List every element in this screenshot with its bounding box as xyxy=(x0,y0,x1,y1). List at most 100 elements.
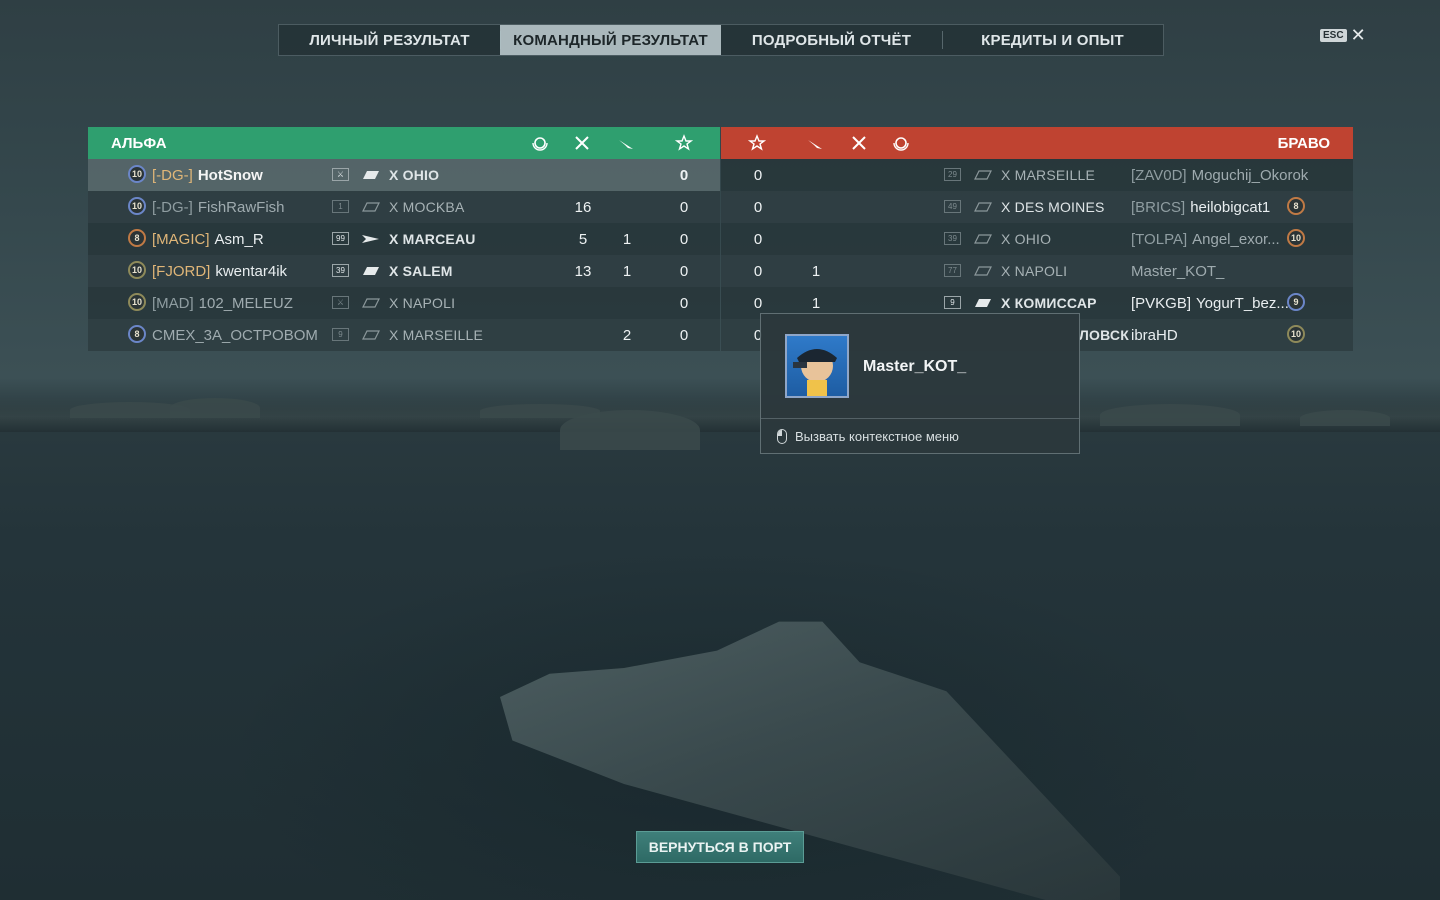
stars-value: 0 xyxy=(679,263,689,280)
ship-tier-badge: 39 xyxy=(332,264,349,277)
ship-class-icon xyxy=(974,234,992,244)
player-level-badge: 8 xyxy=(128,229,146,247)
return-to-port-button[interactable]: ВЕРНУТЬСЯ В ПОРТ xyxy=(636,831,804,863)
stars-value: 0 xyxy=(753,295,763,312)
player-name[interactable]: Moguchij_Okorok xyxy=(1192,167,1309,184)
ship-tier-badge: ⚔ xyxy=(332,296,349,309)
player-level-badge: 9 xyxy=(1287,293,1305,311)
team-bravo-header: БРАВО xyxy=(721,127,1353,159)
player-row[interactable]: 0 1 77 X NAPOLI Master_KOT_ xyxy=(721,255,1353,287)
planes-value: 1 xyxy=(811,263,821,280)
player-level-badge: 10 xyxy=(1287,229,1305,247)
player-popup: Master_KOT_ Вызвать контекстное меню xyxy=(760,313,1080,454)
ship-name: X MOCKBA xyxy=(389,199,465,215)
player-name[interactable]: FishRawFish xyxy=(198,199,285,216)
ship-name: X MARCEAU xyxy=(389,231,476,247)
player-row[interactable]: 10 [-DG-] HotSnow ⚔ X OHIO 0 xyxy=(88,159,720,191)
stars-value: 0 xyxy=(679,327,689,344)
player-level-badge: 10 xyxy=(128,261,146,279)
ship-tier-badge: 9 xyxy=(332,328,349,341)
ship-name: X OHIO xyxy=(1001,231,1052,247)
planes-value: 1 xyxy=(811,295,821,312)
kills-value: 16 xyxy=(574,199,592,216)
clan-tag: [FJORD] xyxy=(152,263,211,280)
kills-value: 13 xyxy=(574,263,592,280)
stars-value: 0 xyxy=(679,295,689,312)
clan-tag: [MAD] xyxy=(152,295,194,312)
player-name[interactable]: Asm_R xyxy=(215,231,264,248)
result-tabs: ЛИЧНЫЙ РЕЗУЛЬТАТ КОМАНДНЫЙ РЕЗУЛЬТАТ ПОД… xyxy=(278,24,1164,56)
ship-class-icon xyxy=(363,267,379,275)
stars-value: 0 xyxy=(753,167,763,184)
player-name[interactable]: kwentar4ik xyxy=(215,263,287,280)
close-icon[interactable]: ✕ xyxy=(1351,26,1366,44)
stars-value: 0 xyxy=(679,199,689,216)
tab-personal[interactable]: ЛИЧНЫЙ РЕЗУЛЬТАТ xyxy=(279,25,500,55)
context-menu-hint: Вызвать контекстное меню xyxy=(777,429,959,444)
clan-tag: [MAGIC] xyxy=(152,231,210,248)
player-row[interactable]: 10 [MAD] 102_MELEUZ ⚔ X NAPOLI 0 xyxy=(88,287,720,319)
ship-tier-badge: 1 xyxy=(332,200,349,213)
player-row[interactable]: 0 29 X MARSEILLE [ZAV0D] Moguchij_Okorok xyxy=(721,159,1353,191)
planes-value: 1 xyxy=(622,231,632,248)
ship-name: X MARSEILLE xyxy=(1001,167,1096,183)
team-alpha-rows: 10 [-DG-] HotSnow ⚔ X OHIO 0 10 [-DG-] F… xyxy=(88,159,720,351)
ship-name: ЛОВСК xyxy=(1079,327,1129,343)
island xyxy=(560,410,700,450)
player-name[interactable]: YogurT_bez... xyxy=(1196,295,1289,312)
ship-class-icon xyxy=(362,330,380,340)
player-row[interactable]: 8 [MAGIC] Asm_R 99 X MARCEAU 5 1 0 xyxy=(88,223,720,255)
stars-value: 0 xyxy=(753,263,763,280)
player-name[interactable]: heilobigcat1 xyxy=(1190,199,1270,216)
tab-detailed[interactable]: ПОДРОБНЫЙ ОТЧЁТ xyxy=(721,25,942,55)
ship-name: X NAPOLI xyxy=(389,295,456,311)
ship-tier-badge: 49 xyxy=(944,200,961,213)
player-row[interactable]: 0 49 X DES MOINES [BRICS] heilobigcat1 8 xyxy=(721,191,1353,223)
ship-tier-badge: ⚔ xyxy=(332,168,349,181)
player-level-badge: 8 xyxy=(128,325,146,343)
ship-name: X OHIO xyxy=(389,167,440,183)
player-row[interactable]: 10 [FJORD] kwentar4ik 39 X SALEM 13 1 0 xyxy=(88,255,720,287)
player-name[interactable]: 102_MELEUZ xyxy=(199,295,293,312)
stars-value: 0 xyxy=(753,199,763,216)
player-row[interactable]: 0 39 X OHIO [TOLPA] Angel_exor... 10 xyxy=(721,223,1353,255)
mouse-icon xyxy=(777,429,787,444)
kills-value: 5 xyxy=(578,231,588,248)
player-level-badge: 10 xyxy=(128,197,146,215)
player-name[interactable]: Master_KOT_ xyxy=(1131,263,1224,280)
ship-tier-badge: 29 xyxy=(944,168,961,181)
player-name[interactable]: ibraHD xyxy=(1131,327,1178,344)
tab-credits-xp[interactable]: КРЕДИТЫ И ОПЫТ xyxy=(942,25,1163,55)
tab-team[interactable]: КОМАНДНЫЙ РЕЗУЛЬТАТ xyxy=(500,25,721,55)
ship-name: X КОМИССАР xyxy=(1001,295,1097,311)
ship-name: X NAPOLI xyxy=(1001,263,1068,279)
ship-class-icon xyxy=(363,171,379,179)
esc-key-badge: ESC xyxy=(1320,28,1347,42)
player-name[interactable]: HotSnow xyxy=(198,167,263,184)
player-row[interactable]: 8 CMEX_3A_OCTPOBOM 9 X MARSEILLE 2 0 xyxy=(88,319,720,351)
laurel-icon xyxy=(529,132,551,154)
clan-tag: [-DG-] xyxy=(152,167,193,184)
plane-icon xyxy=(804,132,826,154)
close-button[interactable]: ESC ✕ xyxy=(1320,26,1366,44)
ship-name: X DES MOINES xyxy=(1001,199,1105,215)
player-level-badge: 10 xyxy=(1287,325,1305,343)
team-alpha: АЛЬФА 10 [-DG-] HotSnow ⚔ X OHIO 0 10 [-… xyxy=(88,127,720,351)
star-icon xyxy=(746,132,768,154)
clan-tag: [ZAV0D] xyxy=(1131,167,1187,184)
ship-name: X MARSEILLE xyxy=(389,327,484,343)
island xyxy=(170,398,260,418)
ship-silhouette xyxy=(500,621,1120,900)
stars-value: 0 xyxy=(679,167,689,184)
plane-icon xyxy=(615,132,637,154)
player-row[interactable]: 10 [-DG-] FishRawFish 1 X MOCKBA 16 0 xyxy=(88,191,720,223)
divider xyxy=(761,418,1079,419)
player-name[interactable]: CMEX_3A_OCTPOBOM xyxy=(152,327,318,344)
team-bravo-name: БРАВО xyxy=(1277,135,1330,152)
ship-class-icon xyxy=(974,266,992,276)
planes-value: 2 xyxy=(622,327,632,344)
player-name[interactable]: Angel_exor... xyxy=(1192,231,1280,248)
laurel-icon xyxy=(890,132,912,154)
ship-tier-badge: 99 xyxy=(332,232,349,245)
stars-value: 0 xyxy=(753,231,763,248)
